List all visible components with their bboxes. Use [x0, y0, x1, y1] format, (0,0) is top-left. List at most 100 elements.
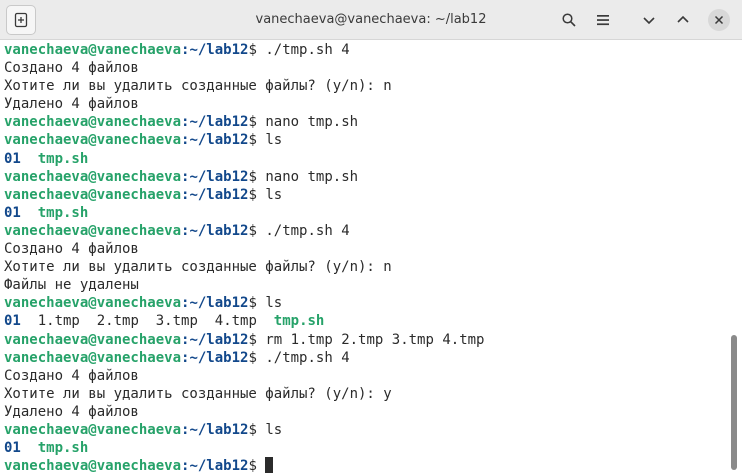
- terminal-line: vanechaeva@vanechaeva:~/lab12$ nano tmp.…: [4, 113, 724, 131]
- output-text: Файлы не удалены: [4, 277, 139, 294]
- hamburger-menu-icon: [597, 15, 609, 26]
- output-text: Создано 4 файлов: [4, 241, 139, 258]
- terminal-output[interactable]: vanechaeva@vanechaeva:~/lab12$ ./tmp.sh …: [4, 41, 724, 473]
- terminal-line: Создано 4 файлов: [4, 240, 724, 258]
- command-text: nano tmp.sh: [256, 114, 359, 131]
- terminal-line: Создано 4 файлов: [4, 59, 724, 77]
- prompt-symbol: $: [248, 458, 257, 473]
- terminal-line: vanechaeva@vanechaeva:~/lab12$: [4, 457, 724, 473]
- prompt-path: ~/lab12: [189, 222, 249, 239]
- prompt-symbol: $: [248, 186, 257, 203]
- ls-entry-exe: tmp.sh: [37, 440, 89, 457]
- prompt-path: ~/lab12: [189, 421, 249, 438]
- terminal-line: vanechaeva@vanechaeva:~/lab12$ ls: [4, 421, 724, 439]
- prompt-path: ~/lab12: [189, 186, 249, 203]
- menu-button[interactable]: [590, 7, 616, 33]
- prompt-symbol: $: [248, 421, 257, 438]
- prompt-path: ~/lab12: [189, 132, 249, 149]
- terminal-line: 01 tmp.sh: [4, 439, 724, 457]
- terminal-line: 01 1.tmp 2.tmp 3.tmp 4.tmp tmp.sh: [4, 312, 724, 330]
- minimize-button[interactable]: [636, 7, 662, 33]
- prompt-user: vanechaeva@vanechaeva: [4, 421, 182, 438]
- command-text: ./tmp.sh 4: [256, 42, 350, 58]
- prompt-path: ~/lab12: [189, 349, 249, 366]
- close-icon: [714, 15, 724, 25]
- prompt-symbol: $: [248, 222, 257, 239]
- terminal-line: vanechaeva@vanechaeva:~/lab12$ ls: [4, 294, 724, 312]
- search-button[interactable]: [556, 7, 582, 33]
- prompt-user: vanechaeva@vanechaeva: [4, 458, 182, 473]
- terminal-line: Файлы не удалены: [4, 276, 724, 294]
- prompt-symbol: $: [248, 114, 257, 131]
- terminal-line: vanechaeva@vanechaeva:~/lab12$ ls: [4, 186, 724, 204]
- search-icon: [562, 13, 576, 27]
- terminal-line: vanechaeva@vanechaeva:~/lab12$ ./tmp.sh …: [4, 349, 724, 367]
- output-text: Хотите ли вы удалить созданные файлы? (y…: [4, 78, 392, 95]
- ls-entry-dir: 01: [4, 204, 21, 221]
- title-bar[interactable]: vanechaeva@vanechaeva: ~/lab12: [0, 0, 742, 40]
- prompt-path: ~/lab12: [189, 331, 249, 348]
- maximize-button[interactable]: [670, 7, 696, 33]
- command-text: ls: [256, 186, 283, 203]
- command-text: ls: [256, 295, 283, 312]
- ls-entry-dir: 01: [4, 440, 21, 457]
- ls-entry-file: 1.tmp: [37, 313, 80, 330]
- window-title: vanechaeva@vanechaeva: ~/lab12: [255, 12, 487, 27]
- ls-entry-dir: 01: [4, 150, 21, 167]
- prompt-path: ~/lab12: [189, 168, 249, 185]
- command-text: ls: [256, 132, 283, 149]
- scrollbar-thumb[interactable]: [731, 335, 737, 470]
- ls-entry-file: 4.tmp: [214, 313, 257, 330]
- prompt-user: vanechaeva@vanechaeva: [4, 132, 182, 149]
- output-text: Хотите ли вы удалить созданные файлы? (y…: [4, 385, 392, 402]
- prompt-path: ~/lab12: [189, 458, 249, 473]
- terminal-line: Хотите ли вы удалить созданные файлы? (y…: [4, 385, 724, 403]
- prompt-user: vanechaeva@vanechaeva: [4, 42, 182, 58]
- chevron-up-icon: [677, 15, 689, 23]
- terminal-line: vanechaeva@vanechaeva:~/lab12$ ./tmp.sh …: [4, 222, 724, 240]
- prompt-user: vanechaeva@vanechaeva: [4, 222, 182, 239]
- text-cursor: [265, 457, 274, 473]
- prompt-path: ~/lab12: [189, 295, 249, 312]
- output-text: Хотите ли вы удалить созданные файлы? (y…: [4, 259, 392, 276]
- terminal-line: vanechaeva@vanechaeva:~/lab12$ ./tmp.sh …: [4, 41, 724, 59]
- prompt-symbol: $: [248, 349, 257, 366]
- output-text: Создано 4 файлов: [4, 367, 139, 384]
- prompt-path: ~/lab12: [189, 42, 249, 58]
- terminal-line: vanechaeva@vanechaeva:~/lab12$ ls: [4, 131, 724, 149]
- command-text: nano tmp.sh: [256, 168, 359, 185]
- command-text: ./tmp.sh 4: [256, 222, 350, 239]
- prompt-symbol: $: [248, 331, 257, 348]
- ls-entry-exe: tmp.sh: [37, 150, 89, 167]
- new-tab-button[interactable]: [6, 5, 36, 35]
- terminal-window: vanechaeva@vanechaeva: ~/lab12 vanechaev…: [0, 0, 742, 473]
- prompt-symbol: $: [248, 168, 257, 185]
- new-tab-icon: [14, 12, 28, 28]
- prompt-user: vanechaeva@vanechaeva: [4, 114, 182, 131]
- prompt-user: vanechaeva@vanechaeva: [4, 295, 182, 312]
- terminal-line: vanechaeva@vanechaeva:~/lab12$ rm 1.tmp …: [4, 331, 724, 349]
- output-text: Удалено 4 файлов: [4, 403, 139, 420]
- prompt-user: vanechaeva@vanechaeva: [4, 168, 182, 185]
- prompt-user: vanechaeva@vanechaeva: [4, 331, 182, 348]
- ls-entry-dir: 01: [4, 313, 21, 330]
- prompt-user: vanechaeva@vanechaeva: [4, 186, 182, 203]
- terminal-line: Удалено 4 файлов: [4, 403, 724, 421]
- terminal-line: Удалено 4 файлов: [4, 95, 724, 113]
- close-button[interactable]: [708, 9, 730, 31]
- ls-entry-file: 2.tmp: [96, 313, 139, 330]
- chevron-down-icon: [643, 17, 655, 25]
- command-text: ls: [256, 421, 283, 438]
- terminal-line: Хотите ли вы удалить созданные файлы? (y…: [4, 77, 724, 95]
- command-text: ./tmp.sh 4: [256, 349, 350, 366]
- terminal-line: Создано 4 файлов: [4, 367, 724, 385]
- command-text: rm 1.tmp 2.tmp 3.tmp 4.tmp: [256, 331, 485, 348]
- terminal-line: vanechaeva@vanechaeva:~/lab12$ nano tmp.…: [4, 168, 724, 186]
- terminal-line: 01 tmp.sh: [4, 150, 724, 168]
- ls-entry-file: 3.tmp: [155, 313, 198, 330]
- ls-entry-exe: tmp.sh: [273, 313, 325, 330]
- ls-entry-exe: tmp.sh: [37, 204, 89, 221]
- command-text: [257, 458, 265, 473]
- prompt-path: ~/lab12: [189, 114, 249, 131]
- output-text: Создано 4 файлов: [4, 60, 139, 77]
